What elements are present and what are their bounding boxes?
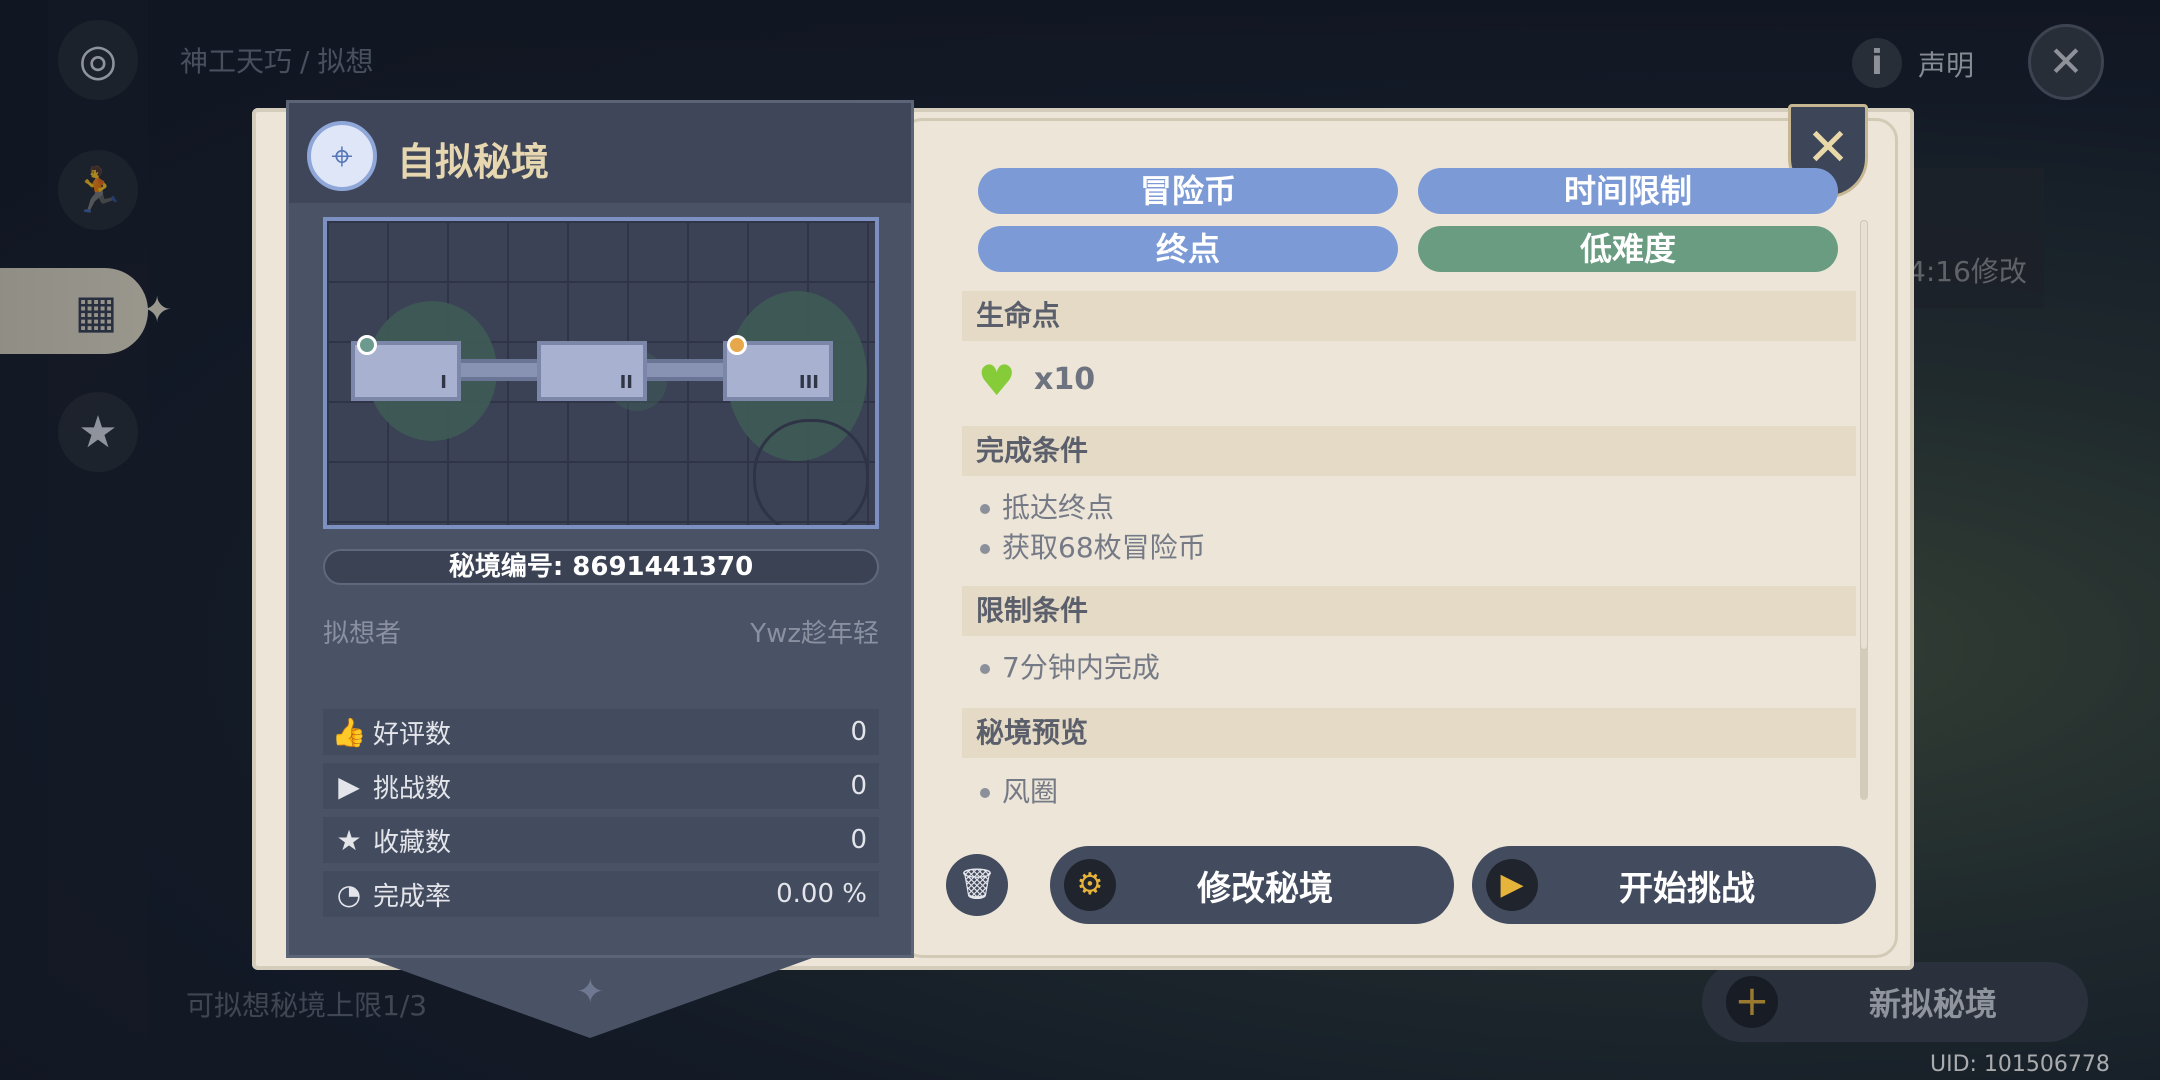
hp-value: x10	[1034, 362, 1096, 397]
room-tile: II	[537, 341, 647, 401]
list-item: 获取68枚冒险币	[980, 526, 1206, 566]
stat-label: 收藏数	[373, 827, 452, 858]
section-completion-title: 完成条件	[962, 426, 1856, 476]
stat-row: ★ 收藏数 0	[323, 817, 879, 863]
stat-row: ▶ 挑战数 0	[323, 763, 879, 809]
stat-value: 0	[850, 717, 867, 747]
start-challenge-button[interactable]: ▶ 开始挑战	[1472, 846, 1876, 924]
scrollbar-thumb[interactable]	[1860, 220, 1868, 650]
list-item: 7分钟内完成	[980, 646, 1160, 686]
stat-value: 0	[850, 825, 867, 855]
panel-star-icon: ✦	[576, 972, 605, 1012]
wheel-decoration	[753, 419, 869, 525]
start-pin-icon	[357, 335, 377, 355]
stat-value: 0.00 %	[776, 879, 867, 909]
list-item: 抵达终点	[980, 486, 1114, 526]
stat-label: 完成率	[373, 881, 452, 912]
list-item: 风圈	[980, 770, 1058, 810]
stat-row: 👍 好评数 0	[323, 709, 879, 755]
play-icon: ▶	[338, 769, 360, 803]
stat-row: ◔ 完成率 0.00 %	[323, 871, 879, 917]
domain-info-panel: ⌖ 自拟秘境 I II III 秘境编号: 8691441370 拟想者 Ywz…	[286, 100, 914, 958]
start-challenge-label: 开始挑战	[1619, 868, 1755, 909]
play-icon: ▶	[1486, 859, 1538, 911]
trash-icon: 🗑	[957, 867, 997, 902]
author-label: 拟想者	[323, 619, 402, 649]
star-icon: ★	[336, 823, 362, 857]
stat-label: 挑战数	[373, 773, 452, 804]
section-hp-title: 生命点	[962, 291, 1856, 341]
tag-time-limit: 时间限制	[1418, 168, 1838, 214]
edit-domain-label: 修改秘境	[1197, 868, 1333, 909]
corridor	[645, 359, 723, 381]
delete-button[interactable]: 🗑	[946, 854, 1008, 916]
tag-difficulty: 低难度	[1418, 226, 1838, 272]
section-limit-title: 限制条件	[962, 586, 1856, 636]
gear-icon: ⚙	[1064, 859, 1116, 911]
tag-adventure-coin: 冒险币	[978, 168, 1398, 214]
end-pin-icon	[727, 335, 747, 355]
domain-emblem-icon: ⌖	[307, 121, 377, 191]
pie-icon: ◔	[336, 877, 362, 911]
panel-header: ⌖ 自拟秘境	[289, 103, 911, 203]
section-preview-title: 秘境预览	[962, 708, 1856, 758]
corridor	[459, 359, 537, 381]
stat-label: 好评数	[373, 719, 452, 750]
stat-value: 0	[850, 771, 867, 801]
domain-code: 秘境编号: 8691441370	[323, 549, 879, 585]
author-name[interactable]: Ywz趁年轻	[750, 613, 879, 650]
heart-icon: ♥	[978, 356, 1016, 405]
thumbs-up-icon: 👍	[331, 715, 367, 749]
stats-list: 👍 好评数 0 ▶ 挑战数 0 ★ 收藏数 0 ◔ 完成率 0.00 %	[323, 709, 879, 925]
panel-title: 自拟秘境	[397, 140, 550, 184]
tag-endpoint: 终点	[978, 226, 1398, 272]
domain-map-preview[interactable]: I II III	[323, 217, 879, 529]
edit-domain-button[interactable]: ⚙ 修改秘境	[1050, 846, 1454, 924]
